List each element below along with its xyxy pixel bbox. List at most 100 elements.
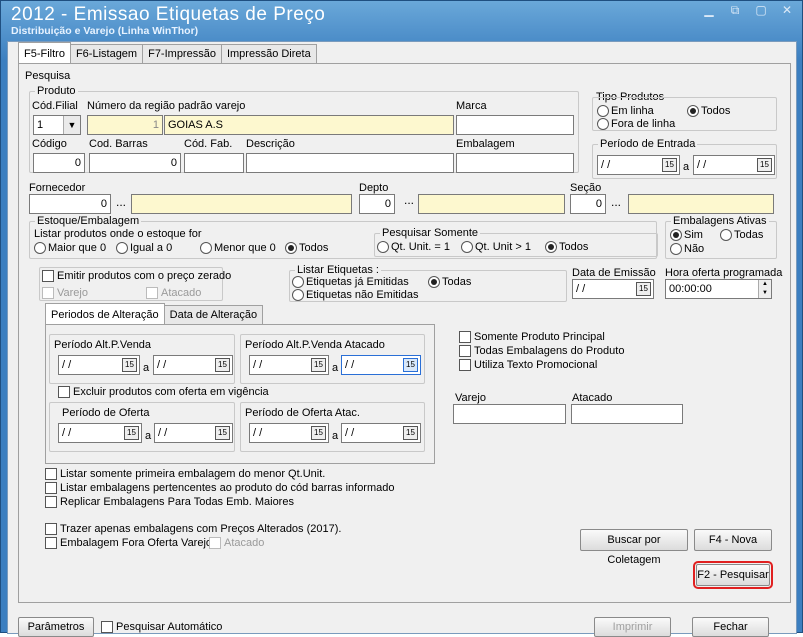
depto-nome-input[interactable] xyxy=(418,194,565,214)
radio-menor-que-0[interactable]: Menor que 0 xyxy=(200,242,276,254)
calendar-icon[interactable]: 15 xyxy=(311,426,326,440)
calendar-icon[interactable]: 15 xyxy=(311,358,326,372)
atacado-zerado-checkbox[interactable]: Atacado xyxy=(146,287,201,299)
replicar-embalagens-checkbox[interactable]: Replicar Embalagens Para Todas Emb. Maio… xyxy=(45,496,294,508)
periodo-oferta-fim[interactable]: / /15 xyxy=(154,423,233,443)
periodo-oferta-atac-group: Período de Oferta Atac. / /15 a / /15 xyxy=(240,402,425,452)
periodo-oferta-atac-inicio[interactable]: / /15 xyxy=(249,423,329,443)
periodo-entrada-group: Período de Entrada / /15 a / /15 xyxy=(592,138,777,179)
data-emissao-input[interactable]: / /15 xyxy=(572,279,654,299)
todas-embalagens-checkbox[interactable]: Todas Embalagens do Produto xyxy=(459,345,624,357)
cod-filial-select[interactable]: 1 ▼ xyxy=(33,115,81,135)
spinner-icon[interactable]: ▲ ▼ xyxy=(758,280,771,298)
cod-barras-input[interactable]: 0 xyxy=(89,153,181,173)
excluir-oferta-checkbox[interactable]: Excluir produtos com oferta em vigência xyxy=(58,386,269,398)
periodo-oferta-inicio[interactable]: / /15 xyxy=(58,423,142,443)
cod-filial-value: 1 xyxy=(37,119,44,131)
tab-data-alteracao[interactable]: Data de Alteração xyxy=(163,305,264,324)
close-icon[interactable]: ✕ xyxy=(780,3,794,17)
varejo-zerado-checkbox[interactable]: Varejo xyxy=(42,287,88,299)
fornecedor-codigo-input[interactable]: 0 xyxy=(29,194,111,214)
atacado-input[interactable] xyxy=(571,404,683,424)
fora-oferta-varejo-checkbox[interactable]: Embalagem Fora Oferta Varejo e xyxy=(45,537,221,549)
radio-estoque-todos[interactable]: Todos xyxy=(285,242,328,254)
maximize-icon[interactable]: ▢ xyxy=(754,3,768,17)
periodo-alt-atacado-fim[interactable]: / /15 xyxy=(341,355,421,375)
secao-codigo-input[interactable]: 0 xyxy=(570,194,606,214)
radio-igual-a-0[interactable]: Igual a 0 xyxy=(116,242,172,254)
radio-fora-linha[interactable]: Fora de linha xyxy=(597,118,675,130)
periodo-entrada-inicio[interactable]: / /15 xyxy=(597,155,680,175)
radio-etiquetas-emitidas[interactable]: Etiquetas já Emitidas xyxy=(292,276,409,288)
primeira-embalagem-checkbox[interactable]: Listar somente primeira embalagem do men… xyxy=(45,468,325,480)
fora-oferta-atacado-checkbox[interactable]: Atacado xyxy=(209,537,264,549)
descricao-input[interactable] xyxy=(246,153,454,173)
embalagem-input[interactable] xyxy=(456,153,574,173)
bottom-bar: Parâmetros Pesquisar Automático Imprimir… xyxy=(8,617,796,637)
radio-qt-unit-maior-1[interactable]: Qt. Unit > 1 xyxy=(461,241,531,253)
fechar-button[interactable]: Fechar xyxy=(692,617,769,637)
tab-periodos-alteracao[interactable]: Periodos de Alteração xyxy=(45,303,165,324)
parametros-button[interactable]: Parâmetros xyxy=(18,617,94,637)
tab-filtro[interactable]: F5-Filtro xyxy=(18,42,71,63)
calendar-icon[interactable]: 15 xyxy=(757,158,772,172)
embalagens-cod-barras-checkbox[interactable]: Listar embalagens pertencentes ao produt… xyxy=(45,482,395,494)
calendar-icon[interactable]: 15 xyxy=(215,426,230,440)
imprimir-button[interactable]: Imprimir xyxy=(594,617,671,637)
periodo-alt-varejo-inicio[interactable]: / /15 xyxy=(58,355,140,375)
radio-etiquetas-nao-emitidas[interactable]: Etiquetas não Emitidas xyxy=(292,289,419,301)
calendar-icon[interactable]: 15 xyxy=(124,426,139,440)
periodo-oferta-atac-fim[interactable]: / /15 xyxy=(341,423,421,443)
tab-impressao[interactable]: F7-Impressão xyxy=(142,44,222,63)
emitir-preco-zerado-checkbox[interactable]: Emitir produtos com o preço zerado xyxy=(42,270,231,282)
cod-fab-input[interactable] xyxy=(184,153,244,173)
calendar-icon[interactable]: 15 xyxy=(636,282,651,296)
somente-produto-principal-checkbox[interactable]: Somente Produto Principal xyxy=(459,331,605,343)
trazer-alterados-checkbox[interactable]: Trazer apenas embalagens com Preços Alte… xyxy=(45,523,341,535)
radio-em-linha[interactable]: Em linha xyxy=(597,105,654,117)
radio-etiquetas-todas[interactable]: Todas xyxy=(428,276,471,288)
periodo-entrada-title: Período de Entrada xyxy=(598,138,698,150)
secao-lookup-button[interactable]: ... xyxy=(611,195,621,209)
periodo-alt-atacado-inicio[interactable]: / /15 xyxy=(249,355,329,375)
radio-maior-que-0[interactable]: Maior que 0 xyxy=(34,242,106,254)
estoque-title: Estoque/Embalagem xyxy=(35,215,142,227)
codigo-input[interactable]: 0 xyxy=(33,153,85,173)
radio-ativas-sim[interactable]: Sim xyxy=(670,229,703,241)
pesquisar-somente-group: Pesquisar Somente Qt. Unit. = 1 Qt. Unit… xyxy=(374,227,658,257)
marca-input[interactable] xyxy=(456,115,574,135)
depto-lookup-button[interactable]: ... xyxy=(404,193,414,207)
secao-nome-input[interactable] xyxy=(628,194,774,214)
radio-somente-todos[interactable]: Todos xyxy=(545,241,588,253)
calendar-icon[interactable]: 15 xyxy=(662,158,677,172)
pesquisar-button[interactable]: F2 - Pesquisar xyxy=(693,561,773,589)
periodo-alt-varejo-fim[interactable]: / /15 xyxy=(153,355,233,375)
nova-button[interactable]: F4 - Nova xyxy=(694,529,772,551)
buscar-coletagem-button[interactable]: Buscar por Coletagem xyxy=(580,529,688,566)
embalagem-label: Embalagem xyxy=(456,138,515,150)
fornecedor-lookup-button[interactable]: ... xyxy=(116,195,126,209)
varejo-input[interactable] xyxy=(453,404,566,424)
regiao-numero-input[interactable]: 1 xyxy=(87,115,163,135)
produto-group: Produto Cód.Filial 1 ▼ Número da região … xyxy=(29,85,579,173)
minimize-icon[interactable]: ▁ xyxy=(702,3,716,17)
periodo-entrada-fim[interactable]: / /15 xyxy=(693,155,775,175)
tab-impressao-direta[interactable]: Impressão Direta xyxy=(220,44,317,63)
pesquisa-title: Pesquisa xyxy=(25,70,71,82)
restore-icon[interactable]: ⧉ xyxy=(728,3,742,17)
depto-codigo-input[interactable]: 0 xyxy=(359,194,395,214)
fornecedor-nome-input[interactable] xyxy=(131,194,352,214)
calendar-icon[interactable]: 15 xyxy=(122,358,137,372)
tab-listagem[interactable]: F6-Listagem xyxy=(69,44,144,63)
radio-tipo-todos[interactable]: Todos xyxy=(687,105,730,117)
hora-oferta-input[interactable]: 00:00:00 ▲ ▼ xyxy=(665,279,772,299)
regiao-nome-input[interactable]: GOIAS A.S xyxy=(164,115,454,135)
calendar-icon[interactable]: 15 xyxy=(215,358,230,372)
texto-promocional-checkbox[interactable]: Utiliza Texto Promocional xyxy=(459,359,597,371)
radio-ativas-todas[interactable]: Todas xyxy=(720,229,763,241)
pesquisar-automatico-checkbox[interactable]: Pesquisar Automático xyxy=(101,621,222,633)
calendar-icon[interactable]: 15 xyxy=(403,358,418,372)
calendar-icon[interactable]: 15 xyxy=(403,426,418,440)
radio-ativas-nao[interactable]: Não xyxy=(670,243,704,255)
radio-qt-unit-1[interactable]: Qt. Unit. = 1 xyxy=(377,241,450,253)
